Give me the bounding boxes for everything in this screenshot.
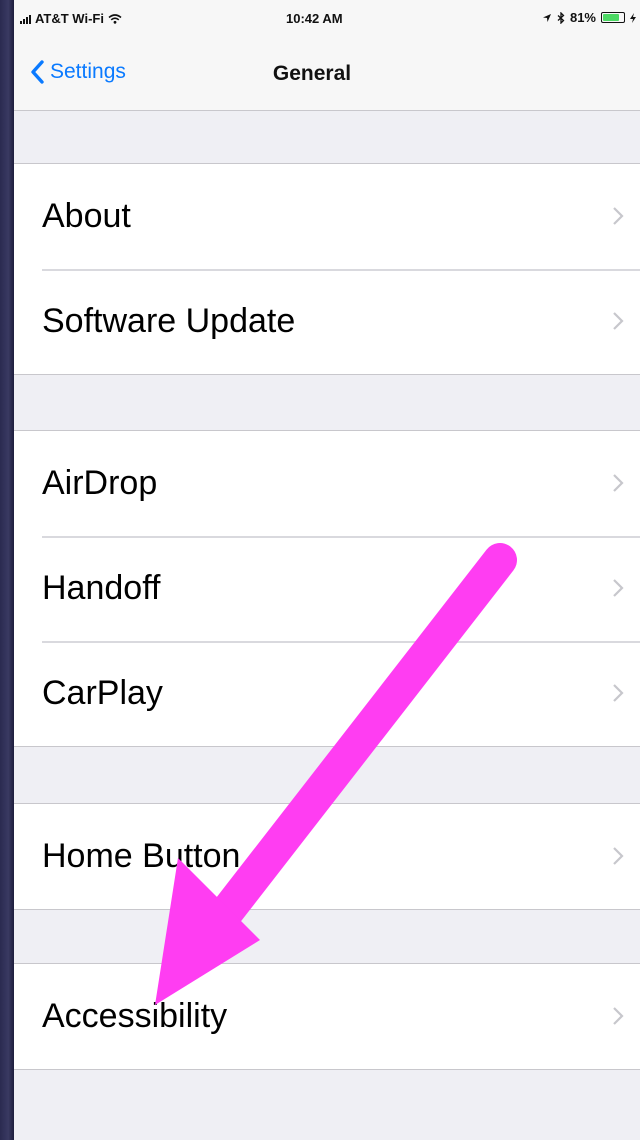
settings-group-connectivity: AirDrop Handoff CarPlay xyxy=(14,430,640,747)
carrier-label: AT&T Wi-Fi xyxy=(35,11,104,26)
page-title: General xyxy=(272,62,352,85)
battery-percent: 81% xyxy=(569,10,596,25)
battery-fill xyxy=(603,14,620,21)
battery-icon xyxy=(601,12,625,23)
status-right-group: 81% xyxy=(542,10,636,25)
signal-strength-icon xyxy=(20,14,31,24)
chevron-right-icon xyxy=(613,207,624,225)
settings-group-device-info: About Software Update xyxy=(14,163,640,375)
settings-row-label: CarPlay xyxy=(42,674,163,712)
navigation-bar: Settings General xyxy=(14,42,640,111)
settings-row-label: About xyxy=(42,197,131,235)
settings-group-home-button: Home Button xyxy=(14,803,640,910)
settings-row-home-button[interactable]: Home Button xyxy=(14,804,640,909)
wifi-icon xyxy=(108,13,122,24)
settings-row-about[interactable]: About xyxy=(14,164,640,269)
status-time: 10:42 AM xyxy=(286,11,343,26)
phone-screen: AT&T Wi-Fi 10:42 AM 81% Settings General… xyxy=(14,0,640,1140)
settings-row-label: Home Button xyxy=(42,837,241,875)
settings-row-software-update[interactable]: Software Update xyxy=(14,269,640,374)
charging-icon xyxy=(630,12,636,23)
settings-row-accessibility[interactable]: Accessibility xyxy=(14,964,640,1069)
chevron-right-icon xyxy=(613,1007,624,1025)
chevron-right-icon xyxy=(613,847,624,865)
settings-row-handoff[interactable]: Handoff xyxy=(14,536,640,641)
settings-row-label: Handoff xyxy=(42,569,161,607)
settings-row-label: AirDrop xyxy=(42,464,158,502)
status-bar: AT&T Wi-Fi 10:42 AM 81% xyxy=(14,0,640,42)
chevron-right-icon xyxy=(613,312,624,330)
settings-row-label: Accessibility xyxy=(42,997,228,1035)
device-edge xyxy=(0,0,14,1140)
settings-row-airdrop[interactable]: AirDrop xyxy=(14,431,640,536)
chevron-right-icon xyxy=(613,684,624,702)
settings-group-accessibility: Accessibility xyxy=(14,963,640,1070)
carrier-info: AT&T Wi-Fi xyxy=(20,11,122,26)
chevron-right-icon xyxy=(613,474,624,492)
location-icon xyxy=(542,13,551,22)
settings-row-carplay[interactable]: CarPlay xyxy=(14,641,640,746)
settings-row-label: Software Update xyxy=(42,302,296,340)
bluetooth-icon xyxy=(557,11,565,24)
chevron-right-icon xyxy=(613,579,624,597)
